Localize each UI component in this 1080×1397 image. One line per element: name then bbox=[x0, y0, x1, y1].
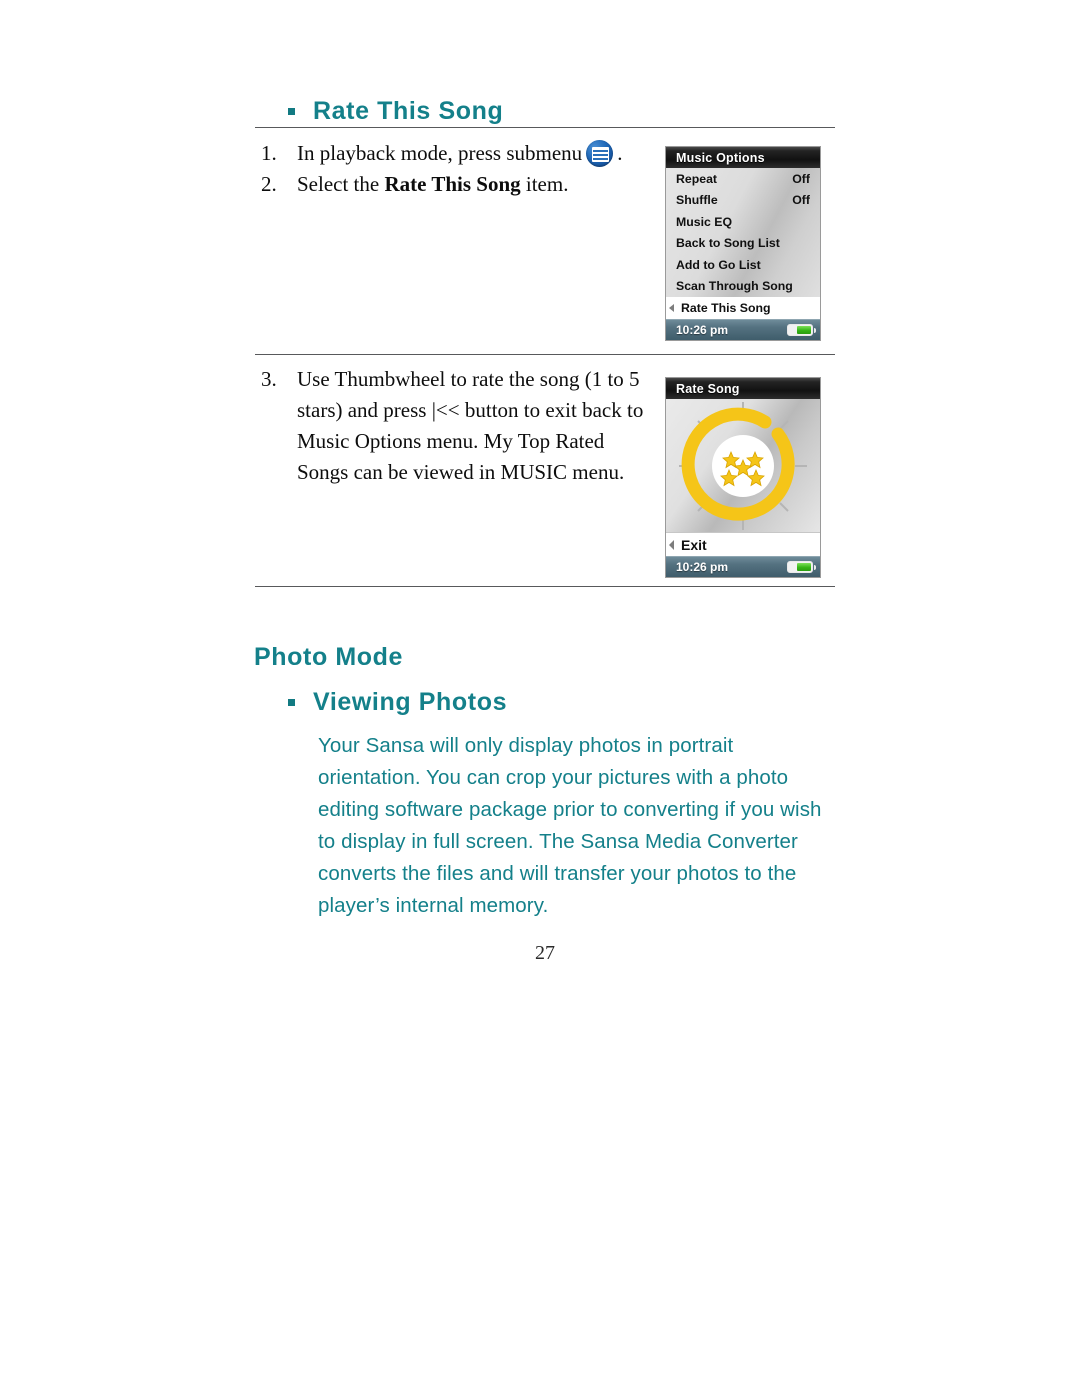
thumbwheel-rating-widget[interactable] bbox=[666, 399, 820, 532]
device-screenshot-music-options: Music Options Repeat Off Shuffle Off Mus… bbox=[665, 146, 821, 341]
menu-row-value: Off bbox=[792, 193, 810, 208]
section-divider bbox=[255, 586, 835, 587]
menu-row-label: Rate This Song bbox=[681, 300, 771, 315]
divider-under-rate-this-song bbox=[255, 127, 835, 128]
step-1-text-after: . bbox=[617, 141, 623, 165]
menu-row-label: Add to Go List bbox=[676, 257, 761, 272]
heading-rate-this-song: Rate This Song bbox=[288, 97, 503, 126]
step-item-2: 2. Select the Rate This Song item. bbox=[261, 169, 661, 200]
submenu-icon bbox=[586, 140, 614, 167]
device-status-bar: 10:26 pm bbox=[666, 318, 820, 340]
divider-above-step-3 bbox=[255, 354, 835, 355]
menu-row-label: Music EQ bbox=[676, 214, 733, 229]
rating-wheel-icon bbox=[679, 401, 807, 530]
step-text: Select the Rate This Song item. bbox=[297, 169, 661, 200]
menu-row-add-to-go-list[interactable]: Add to Go List bbox=[666, 254, 820, 276]
step-text: In playback mode, press submenu. bbox=[297, 138, 661, 169]
menu-row-label: Shuffle bbox=[676, 193, 718, 208]
menu-row-value: Off bbox=[792, 172, 810, 187]
square-bullet-icon bbox=[288, 108, 295, 115]
heading-viewing-photos: Viewing Photos bbox=[288, 688, 507, 717]
status-time: 10:26 pm bbox=[676, 322, 729, 337]
heading-viewing-photos-label: Viewing Photos bbox=[313, 688, 508, 716]
menu-row-repeat[interactable]: Repeat Off bbox=[666, 168, 820, 190]
menu-row-label: Repeat bbox=[676, 172, 718, 187]
menu-row-scan-through-song[interactable]: Scan Through Song bbox=[666, 276, 820, 298]
step-number: 3. bbox=[261, 367, 277, 391]
step-number: 1. bbox=[261, 141, 277, 165]
menu-row-rate-this-song[interactable]: Rate This Song bbox=[666, 297, 820, 319]
battery-icon bbox=[787, 561, 816, 573]
device-title-bar: Music Options bbox=[666, 147, 820, 168]
device-title-bar: Rate Song bbox=[666, 378, 820, 399]
step-2-text-before: Select the bbox=[297, 172, 385, 196]
step-1-text-before: In playback mode, press submenu bbox=[297, 141, 583, 165]
menu-row-label: Back to Song List bbox=[676, 236, 780, 251]
menu-row-music-eq[interactable]: Music EQ bbox=[666, 211, 820, 233]
step-2-bold-term: Rate This Song bbox=[384, 172, 521, 196]
menu-row-shuffle[interactable]: Shuffle Off bbox=[666, 190, 820, 212]
page-number: 27 bbox=[535, 942, 555, 964]
menu-row-back-to-song-list[interactable]: Back to Song List bbox=[666, 233, 820, 255]
menu-row-label: Scan Through Song bbox=[676, 279, 793, 294]
step-item-1: 1. In playback mode, press submenu. bbox=[261, 138, 661, 169]
battery-icon bbox=[787, 323, 816, 336]
exit-menu-row[interactable]: Exit bbox=[666, 532, 820, 556]
step-2-text-after: item. bbox=[520, 172, 569, 196]
square-bullet-icon bbox=[288, 699, 295, 706]
device-screenshot-rate-song: Rate Song Exit 10:26 pm bbox=[665, 377, 821, 578]
document-page: Rate This Song 1. In playback mode, pres… bbox=[0, 0, 1080, 1397]
device-menu-list: Repeat Off Shuffle Off Music EQ Back to … bbox=[666, 168, 820, 319]
exit-label: Exit bbox=[681, 536, 707, 553]
step-text: Use Thumbwheel to rate the song (1 to 5 … bbox=[297, 367, 644, 484]
heading-photo-mode: Photo Mode bbox=[254, 643, 404, 671]
step-item-3: 3. Use Thumbwheel to rate the song (1 to… bbox=[261, 364, 651, 488]
device-status-bar: 10:26 pm bbox=[666, 556, 820, 577]
photo-mode-paragraph: Your Sansa will only display photos in p… bbox=[318, 734, 822, 917]
heading-rate-this-song-label: Rate This Song bbox=[313, 97, 504, 125]
step-number: 2. bbox=[261, 172, 277, 196]
status-time: 10:26 pm bbox=[676, 560, 729, 574]
